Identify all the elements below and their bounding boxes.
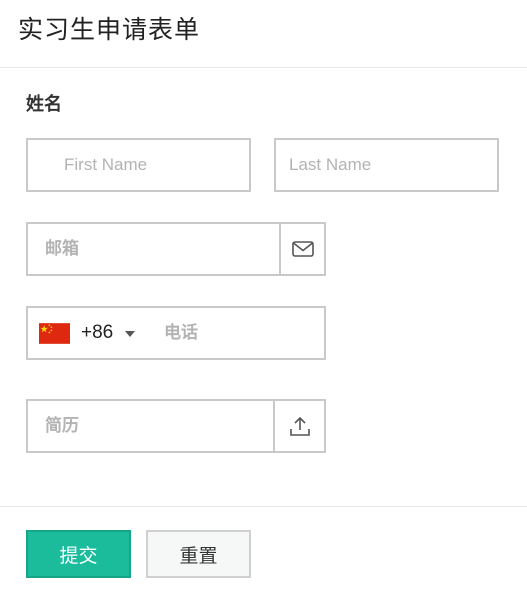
resume-input[interactable] [28, 401, 274, 451]
name-section-label: 姓名 [26, 94, 62, 114]
upload-button[interactable] [273, 401, 324, 451]
email-input[interactable] [28, 224, 280, 274]
upload-icon [289, 416, 310, 436]
email-addon [279, 224, 324, 274]
page-title: 实习生申请表单 [18, 16, 201, 44]
last-name-input[interactable] [276, 140, 497, 190]
last-name-field [274, 138, 499, 192]
china-flag-icon [39, 323, 70, 344]
email-field [26, 222, 326, 276]
reset-button[interactable]: 重置 [146, 530, 251, 578]
caret-down-icon[interactable] [125, 331, 135, 337]
country-selector[interactable] [39, 323, 70, 344]
form-header: 实习生申请表单 [0, 0, 527, 68]
submit-button[interactable]: 提交 [26, 530, 131, 578]
footer-divider [0, 506, 527, 507]
phone-field: +86 [26, 306, 326, 360]
envelope-icon [291, 241, 314, 257]
country-code[interactable]: +86 [81, 322, 113, 344]
phone-input[interactable] [164, 308, 324, 358]
resume-field [26, 399, 326, 453]
first-name-field [26, 138, 251, 192]
first-name-input[interactable] [28, 140, 249, 190]
